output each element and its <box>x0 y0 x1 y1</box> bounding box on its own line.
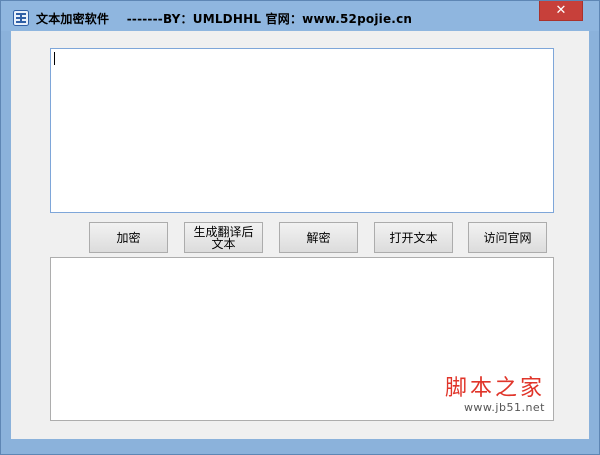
title-bar[interactable]: 文本加密软件 -------BY：UMLDHHL 官网：www.52pojie.… <box>1 1 599 31</box>
open-text-button[interactable]: 打开文本 <box>374 222 453 253</box>
input-textarea[interactable] <box>50 48 554 213</box>
watermark-title: 脚本之家 <box>444 376 545 401</box>
close-button[interactable]: ✕ <box>539 1 583 21</box>
app-window: 文本加密软件 -------BY：UMLDHHL 官网：www.52pojie.… <box>0 0 600 455</box>
decrypt-button[interactable]: 解密 <box>279 222 358 253</box>
output-textarea[interactable]: 脚本之家 www.jb51.net <box>50 257 554 421</box>
text-caret <box>54 52 55 65</box>
close-icon: ✕ <box>555 3 567 18</box>
app-icon <box>13 10 29 26</box>
watermark: 脚本之家 www.jb51.net <box>444 376 545 415</box>
generate-translated-text-button[interactable]: 生成翻译后文本 <box>184 222 263 253</box>
visit-website-button[interactable]: 访问官网 <box>468 222 547 253</box>
window-title: 文本加密软件 -------BY：UMLDHHL 官网：www.52pojie.… <box>36 12 413 26</box>
encrypt-button[interactable]: 加密 <box>89 222 168 253</box>
window-bottom-edge <box>11 439 589 445</box>
watermark-url: www.jb51.net <box>463 401 545 414</box>
